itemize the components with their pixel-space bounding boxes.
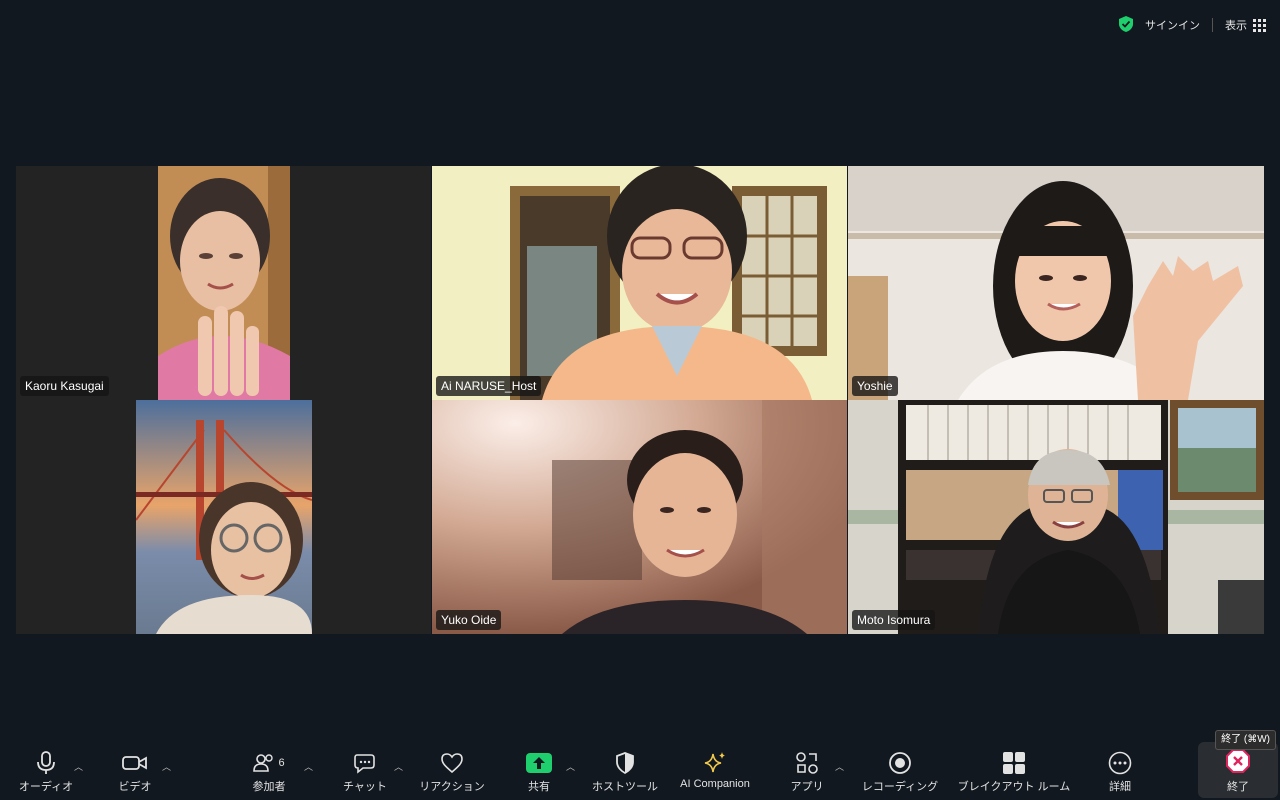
reactions-label: リアクション <box>419 781 485 793</box>
participant-tile[interactable]: Yoshie <box>848 166 1264 400</box>
breakout-rooms-icon <box>1003 752 1025 774</box>
participant-video <box>848 400 1264 634</box>
record-icon <box>889 752 911 774</box>
chat-icon <box>354 754 375 774</box>
participant-name: Yoshie <box>852 376 898 396</box>
participant-video <box>432 166 847 400</box>
view-label: 表示 <box>1225 20 1247 32</box>
host-tools-button[interactable]: ホストツール <box>586 738 664 800</box>
share-options-chevron-up-icon[interactable]: ︿ <box>566 760 576 772</box>
reactions-button[interactable]: リアクション <box>412 738 492 800</box>
more-label: 詳細 <box>1109 781 1131 793</box>
more-dots-icon <box>1108 751 1132 775</box>
view-button[interactable]: 表示 <box>1225 17 1266 33</box>
apps-options-chevron-up-icon[interactable]: ︿ <box>835 760 845 772</box>
participant-name: Yuko Oide <box>436 610 502 630</box>
chat-options-chevron-up-icon[interactable]: ︿ <box>394 760 404 772</box>
grid-icon <box>1253 18 1266 32</box>
apps-button[interactable]: アプリ <box>772 738 842 800</box>
audio-options-chevron-up-icon[interactable]: ︿ <box>74 760 84 772</box>
end-tooltip: 終了 (⌘W) <box>1215 730 1276 750</box>
breakout-rooms-label: ブレイクアウト ルーム <box>957 781 1071 793</box>
recording-button[interactable]: レコーディング <box>856 738 944 800</box>
participant-tile[interactable] <box>16 400 431 634</box>
participants-icon <box>253 754 274 772</box>
participants-button[interactable]: 6 参加者 <box>234 738 304 800</box>
audio-button[interactable]: オーディオ <box>10 738 82 800</box>
audio-label: オーディオ <box>18 781 74 793</box>
participant-tile-active-speaker[interactable]: Ai NARUSE_Host <box>432 166 847 400</box>
share-label: 共有 <box>528 781 550 793</box>
participant-name: Kaoru Kasugai <box>20 376 109 396</box>
chat-label: チャット <box>343 781 387 793</box>
video-options-chevron-up-icon[interactable]: ︿ <box>162 760 172 772</box>
more-button[interactable]: 詳細 <box>1086 738 1154 800</box>
participant-tile[interactable]: Kaoru Kasugai <box>16 166 431 400</box>
participant-video <box>848 166 1264 400</box>
video-gallery: Kaoru Kasugai Ai NARUSE_Host Yoshie Yuko… <box>16 166 1264 634</box>
share-screen-icon <box>526 753 552 773</box>
apps-icon <box>796 752 818 774</box>
end-meeting-button[interactable]: 終了 <box>1198 742 1278 798</box>
heart-icon <box>441 753 463 774</box>
participants-options-chevron-up-icon[interactable]: ︿ <box>304 760 314 772</box>
share-button[interactable]: 共有 <box>504 738 574 800</box>
end-label: 終了 <box>1227 781 1249 793</box>
participant-name: Ai NARUSE_Host <box>436 376 542 396</box>
participants-count: 6 <box>278 757 285 769</box>
participants-label: 参加者 <box>252 781 286 793</box>
chat-button[interactable]: チャット <box>330 738 400 800</box>
video-label: ビデオ <box>118 781 152 793</box>
divider <box>1212 18 1213 32</box>
status-bar: サインイン 表示 <box>1117 12 1266 38</box>
apps-label: アプリ <box>790 781 824 793</box>
video-camera-icon <box>122 756 147 770</box>
ai-companion-button[interactable]: AI Companion <box>670 738 760 800</box>
participant-video <box>136 400 312 634</box>
video-button[interactable]: ビデオ <box>100 738 170 800</box>
microphone-icon <box>37 751 55 774</box>
ai-companion-label: AI Companion <box>680 778 750 790</box>
participant-tile[interactable]: Yuko Oide <box>432 400 847 634</box>
shield-check-icon <box>1117 15 1135 36</box>
participant-video <box>158 166 290 400</box>
host-tools-label: ホストツール <box>592 781 658 793</box>
participant-video <box>432 400 847 634</box>
end-x-octagon-icon <box>1226 749 1250 773</box>
participant-name: Moto Isomura <box>852 610 936 630</box>
shield-icon <box>616 752 634 774</box>
sparkle-icon <box>704 752 725 773</box>
meeting-toolbar: オーディオ ︿ ビデオ ︿ 6 参加者 ︿ チャット ︿ リアクション 共有 ︿… <box>0 738 1280 800</box>
breakout-rooms-button[interactable]: ブレイクアウト ルーム <box>950 738 1078 800</box>
participant-tile[interactable]: Moto Isomura <box>848 400 1264 634</box>
recording-label: レコーディング <box>861 781 939 793</box>
signin-link[interactable]: サインイン <box>1145 17 1200 33</box>
